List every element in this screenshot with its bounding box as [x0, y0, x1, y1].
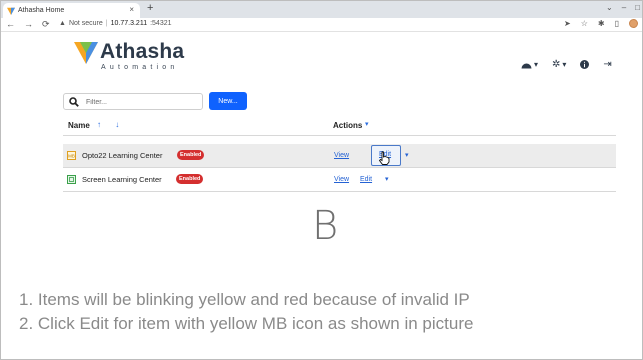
star-icon[interactable]: ☆: [581, 19, 588, 28]
tab-close-icon[interactable]: ×: [129, 5, 134, 14]
svg-text:MB: MB: [68, 153, 75, 158]
item-name: Opto22 Learning Center: [82, 151, 163, 160]
security-label: Not secure: [68, 20, 103, 27]
row-actions-dropdown-icon[interactable]: ▾: [405, 151, 409, 159]
browser-tab-bar: Athasha Home × + ⌄ – □: [1, 1, 642, 18]
chevron-down-icon: ▾: [562, 60, 567, 69]
tab-search-icon[interactable]: ⌄: [606, 3, 613, 12]
extensions-icon[interactable]: ✱: [598, 19, 605, 28]
maximize-icon[interactable]: □: [635, 3, 640, 12]
sort-arrows-icon[interactable]: ↑ ↓: [97, 120, 125, 129]
new-tab-icon[interactable]: +: [147, 2, 153, 14]
yellow-mb-icon: MB: [67, 151, 76, 160]
actions-dropdown-icon[interactable]: ▾: [365, 120, 369, 128]
dashboard-menu[interactable]: ▾: [521, 60, 538, 69]
item-name: Screen Learning Center: [82, 175, 162, 184]
url-separator: |: [105, 20, 108, 27]
back-icon[interactable]: ←: [6, 19, 15, 30]
url-port: :54321: [150, 20, 172, 27]
logo-name: Athasha: [100, 40, 185, 63]
row-actions-dropdown-icon[interactable]: ▾: [385, 175, 389, 183]
table-row: Screen Learning Center Enabled View Edit…: [63, 168, 616, 192]
dashboard-icon: [521, 63, 532, 68]
edit-link[interactable]: Edit: [360, 176, 372, 183]
column-header-name[interactable]: Name: [68, 121, 90, 130]
green-screen-icon: [67, 175, 76, 184]
status-badge: Enabled: [176, 174, 204, 184]
table-header: Name ↑ ↓ Actions ▾: [63, 116, 616, 136]
step-letter: B: [312, 203, 339, 249]
logout-button[interactable]: ⇥: [603, 59, 611, 70]
window-controls: ⌄ – □: [606, 3, 640, 12]
browser-address-bar: ← → ⟳ ▲ Not secure | 10.77.3.211:54321 ➤…: [1, 18, 642, 32]
share-icon[interactable]: ➤: [564, 19, 571, 28]
info-icon: [580, 60, 590, 69]
screenshot-frame: Athasha Home × + ⌄ – □ ← → ⟳ ▲ Not secur…: [0, 0, 643, 360]
instruction-line-1: 1. Items will be blinking yellow and red…: [19, 290, 470, 309]
chevron-down-icon: ▾: [534, 60, 539, 69]
url-host: 10.77.3.211: [110, 20, 148, 27]
column-header-actions: Actions: [333, 121, 363, 130]
view-link[interactable]: View: [334, 176, 349, 183]
forward-icon[interactable]: →: [24, 19, 33, 30]
status-badge: Enabled: [177, 150, 205, 160]
app-logo[interactable]: Athasha Automation: [74, 40, 194, 74]
filter-search-box: [63, 93, 203, 110]
profile-avatar-icon[interactable]: [629, 19, 638, 28]
info-button[interactable]: [580, 60, 590, 69]
athasha-favicon-icon: [7, 7, 15, 15]
new-button[interactable]: New...: [209, 92, 247, 110]
sidepanel-icon[interactable]: ▯: [615, 19, 619, 28]
nav-buttons: ← → ⟳: [6, 19, 50, 30]
table-row: MB Opto22 Learning Center Enabled View ▾: [63, 144, 616, 168]
logout-icon: ⇥: [603, 59, 612, 70]
url-field[interactable]: ▲ Not secure | 10.77.3.211:54321: [59, 20, 172, 27]
view-link[interactable]: View: [334, 152, 349, 159]
athasha-logo-icon: [74, 42, 98, 64]
gear-icon: ✲: [552, 59, 561, 70]
search-icon: [69, 97, 79, 107]
header-icons: ▾ ✲ ▾ ⇥: [521, 59, 612, 70]
instruction-line-2: 2. Click Edit for item with yellow MB ic…: [19, 314, 474, 333]
logo-subtitle: Automation: [101, 64, 179, 71]
settings-menu[interactable]: ✲ ▾: [552, 59, 566, 70]
browser-extensions: ➤ ☆ ✱ ▯: [564, 19, 638, 28]
reload-icon[interactable]: ⟳: [42, 19, 50, 30]
minimize-icon[interactable]: –: [622, 3, 626, 12]
filter-input[interactable]: [86, 96, 196, 108]
warning-icon: ▲: [59, 20, 66, 27]
tab-title: Athasha Home: [18, 7, 65, 14]
browser-tab[interactable]: Athasha Home ×: [3, 3, 140, 18]
hand-cursor-icon: [378, 151, 390, 165]
